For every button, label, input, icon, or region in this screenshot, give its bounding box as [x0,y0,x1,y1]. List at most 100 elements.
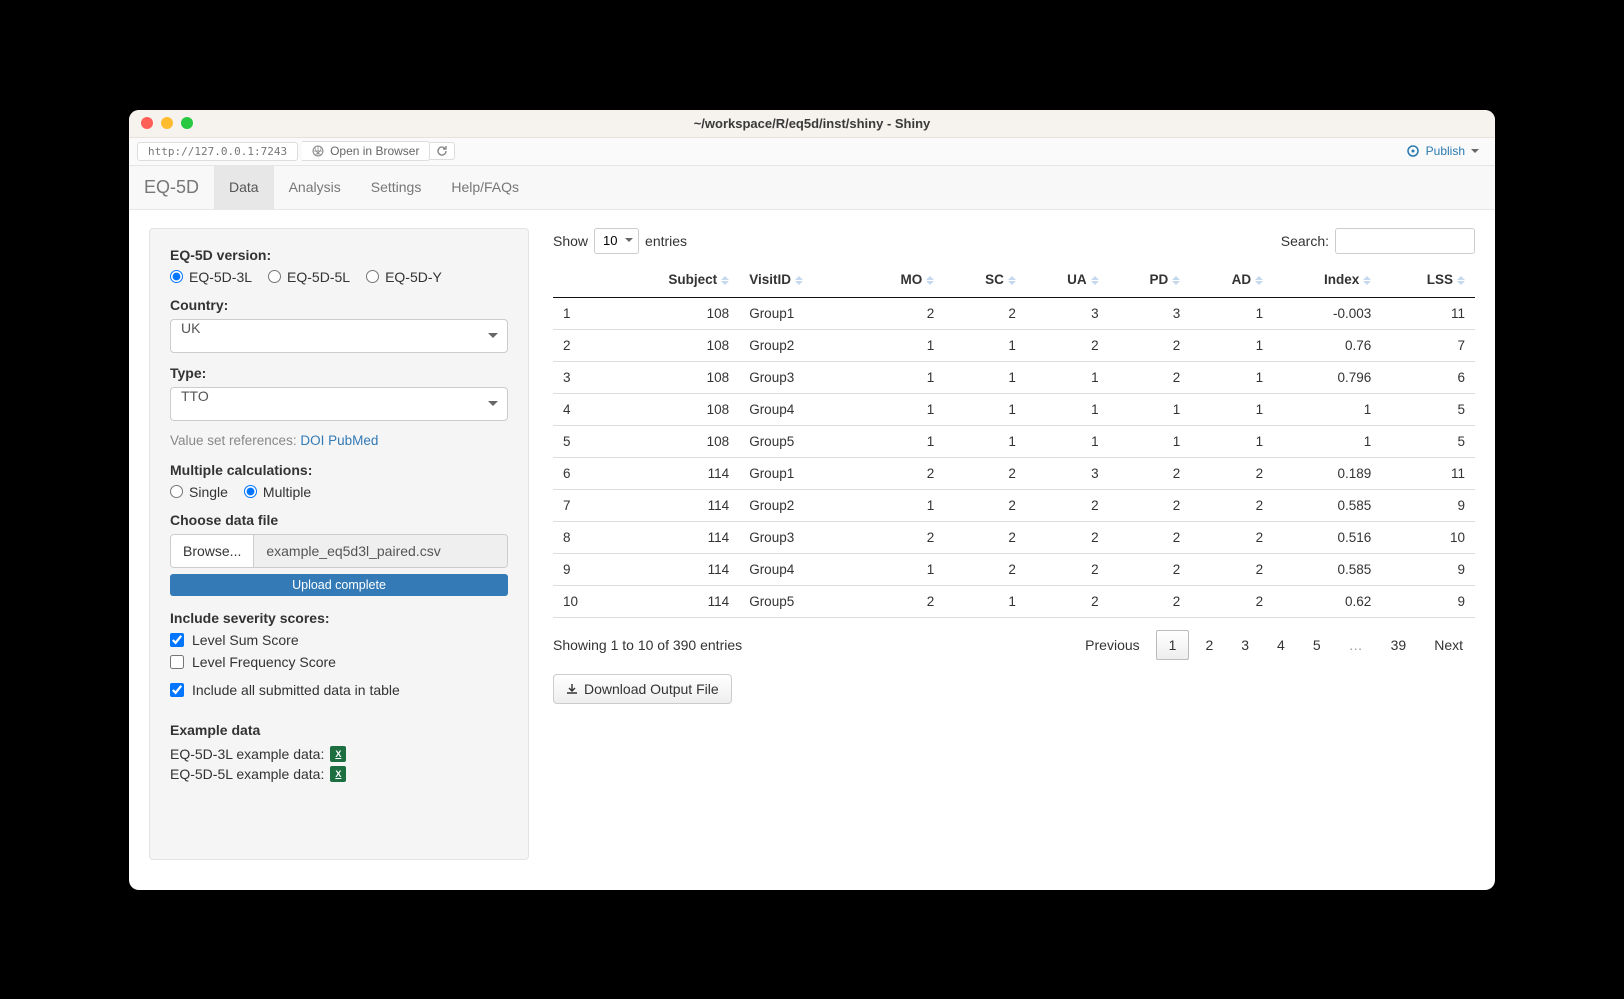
cell-ua: 2 [1026,521,1109,553]
col-label: MO [900,272,922,287]
col-rownum[interactable] [553,264,609,298]
col-index[interactable]: Index [1273,264,1381,298]
col-label: Index [1324,272,1359,287]
cell-subject: 114 [609,553,739,585]
radio-input[interactable] [170,485,183,498]
page-length-select[interactable]: 10 [594,228,639,254]
sort-icon [1457,272,1465,289]
check-lfs[interactable]: Level Frequency Score [170,654,508,670]
tab-settings[interactable]: Settings [356,165,437,209]
download-button[interactable]: Download Output File [553,674,732,704]
type-select[interactable]: TTO [170,387,508,421]
radio-input[interactable] [244,485,257,498]
page-39[interactable]: 39 [1379,631,1419,659]
col-ad[interactable]: AD [1190,264,1273,298]
cell-ua: 2 [1026,585,1109,617]
cell-ua: 1 [1026,393,1109,425]
url-field[interactable]: http://127.0.0.1:7243 [137,142,298,161]
col-lss[interactable]: LSS [1381,264,1475,298]
doi-link[interactable]: DOI [300,433,324,448]
show-entries: Show 10 entries [553,228,687,254]
cell-ad: 2 [1190,521,1273,553]
table-info: Showing 1 to 10 of 390 entries [553,637,742,653]
check-include-all[interactable]: Include all submitted data in table [170,682,508,698]
radio-input[interactable] [170,270,183,283]
cell-subject: 108 [609,425,739,457]
excel-icon[interactable]: X [330,766,346,782]
cell-sc: 1 [944,361,1026,393]
cell-sc: 2 [944,297,1026,329]
table-row: 4108Group41111115 [553,393,1475,425]
page-next[interactable]: Next [1422,631,1475,659]
col-visitid[interactable]: VisitID [739,264,858,298]
multi-label: Multiple calculations: [170,462,508,478]
cell-pd: 1 [1109,425,1191,457]
radio-label: EQ-5D-5L [287,269,350,285]
cell-visitid: Group5 [739,585,858,617]
country-label: Country: [170,297,508,313]
checkbox-include-all[interactable] [170,683,184,697]
example-5l-row: EQ-5D-5L example data: X [170,766,508,782]
tab-data[interactable]: Data [214,165,274,209]
cell-subject: 114 [609,457,739,489]
table-controls: Show 10 entries Search: [553,228,1475,254]
zoom-icon[interactable] [181,117,193,129]
col-sc[interactable]: SC [944,264,1026,298]
checkbox-lss[interactable] [170,633,184,647]
cell-lss: 10 [1381,521,1475,553]
version-option-eq-5d-5l[interactable]: EQ-5D-5L [268,269,350,285]
multi-option-multiple[interactable]: Multiple [244,484,311,500]
cell-subject: 114 [609,521,739,553]
page-5[interactable]: 5 [1301,631,1333,659]
page-3[interactable]: 3 [1229,631,1261,659]
pubmed-link[interactable]: PubMed [328,433,378,448]
search-input[interactable] [1335,228,1475,254]
cell-index: 0.516 [1273,521,1381,553]
refresh-button[interactable] [430,142,455,160]
app-window: ~/workspace/R/eq5d/inst/shiny - Shiny ht… [129,110,1495,890]
refs-prefix: Value set references: [170,433,300,448]
col-mo[interactable]: MO [858,264,944,298]
col-ua[interactable]: UA [1026,264,1109,298]
country-select[interactable]: UK [170,319,508,353]
page-1[interactable]: 1 [1156,630,1190,660]
version-option-eq-5d-3l[interactable]: EQ-5D-3L [170,269,252,285]
tab-analysis[interactable]: Analysis [274,165,356,209]
multi-radio-group: Single Multiple [170,484,508,500]
cell-ua: 3 [1026,297,1109,329]
cell-lss: 9 [1381,553,1475,585]
col-subject[interactable]: Subject [609,264,739,298]
cell-index: 0.76 [1273,329,1381,361]
cell-visitid: Group1 [739,297,858,329]
col-pd[interactable]: PD [1109,264,1191,298]
minimize-icon[interactable] [161,117,173,129]
publish-button[interactable]: Publish [1398,142,1487,160]
table-body: 1108Group122331-0.003112108Group2112210.… [553,297,1475,617]
page-2[interactable]: 2 [1193,631,1225,659]
radio-input[interactable] [268,270,281,283]
page-4[interactable]: 4 [1265,631,1297,659]
sort-icon [926,272,934,289]
check-lss[interactable]: Level Sum Score [170,632,508,648]
multi-option-single[interactable]: Single [170,484,228,500]
col-label: VisitID [749,272,791,287]
sort-icon [721,272,729,289]
tab-help-faqs[interactable]: Help/FAQs [436,165,534,209]
excel-icon[interactable]: X [330,746,346,762]
search: Search: [1281,228,1475,254]
open-in-browser-button[interactable]: Open in Browser [302,141,430,161]
browse-button[interactable]: Browse... [171,535,254,567]
cell-rownum: 8 [553,521,609,553]
radio-input[interactable] [366,270,379,283]
version-option-eq-5d-y[interactable]: EQ-5D-Y [366,269,442,285]
cell-subject: 108 [609,329,739,361]
cell-visitid: Group1 [739,457,858,489]
cell-index: 0.62 [1273,585,1381,617]
main-panel: Show 10 entries Search: Subject VisitID MO… [553,228,1475,860]
col-label: LSS [1427,272,1453,287]
table-footer: Showing 1 to 10 of 390 entries Previous1… [553,630,1475,660]
close-icon[interactable] [141,117,153,129]
checkbox-lfs[interactable] [170,655,184,669]
page-previous[interactable]: Previous [1073,631,1151,659]
addressbar: http://127.0.0.1:7243 Open in Browser Pu… [129,138,1495,166]
